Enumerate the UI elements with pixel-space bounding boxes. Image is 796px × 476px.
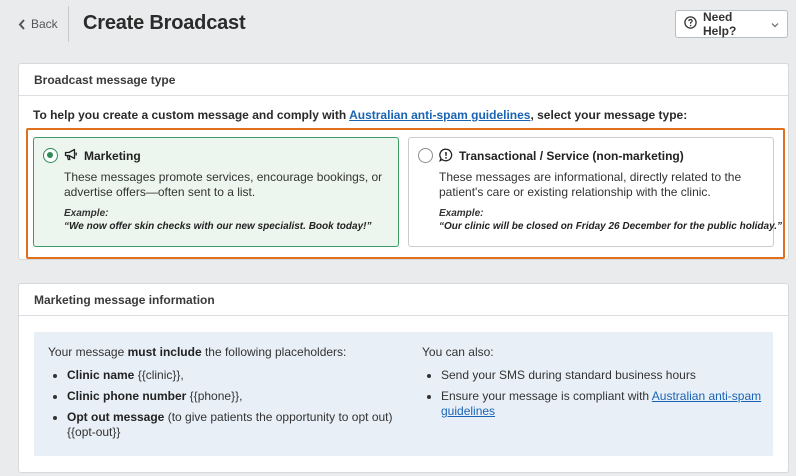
chevron-left-icon bbox=[18, 18, 26, 30]
marketing-radio[interactable] bbox=[43, 148, 58, 163]
top-bar: Back Create Broadcast Need Help? bbox=[0, 0, 796, 50]
item-bold: Opt out message bbox=[67, 410, 165, 424]
transactional-option-title: Transactional / Service (non-marketing) bbox=[459, 149, 684, 163]
chevron-down-icon bbox=[771, 17, 779, 31]
back-label: Back bbox=[31, 17, 58, 31]
list-item: Opt out message (to give patients the op… bbox=[67, 410, 398, 440]
transactional-radio[interactable] bbox=[418, 148, 433, 163]
heading-text-before: Your message bbox=[48, 345, 128, 359]
also-column: You can also: Send your SMS during stand… bbox=[422, 345, 762, 425]
anti-spam-guidelines-link[interactable]: Australian anti-spam guidelines bbox=[349, 108, 530, 122]
item-rest: {{phone}}, bbox=[186, 389, 243, 403]
need-help-label: Need Help? bbox=[703, 10, 737, 38]
transactional-option-description: These messages are informational, direct… bbox=[439, 170, 742, 199]
placeholder-list: Clinic name {{clinic}}, Clinic phone num… bbox=[48, 368, 398, 440]
message-alert-icon bbox=[439, 148, 453, 165]
message-type-intro: To help you create a custom message and … bbox=[33, 108, 687, 122]
intro-text-after: , select your message type: bbox=[530, 108, 688, 122]
marketing-info-card: Marketing message information Your messa… bbox=[18, 283, 789, 473]
transactional-example-label: Example: bbox=[439, 208, 484, 219]
list-item: Clinic phone number {{phone}}, bbox=[67, 389, 398, 404]
intro-text-before: To help you create a custom message and … bbox=[33, 108, 350, 122]
message-type-heading: Broadcast message type bbox=[19, 64, 788, 96]
required-placeholders-column: Your message must include the following … bbox=[48, 345, 398, 446]
placeholder-info-box: Your message must include the following … bbox=[34, 332, 773, 456]
marketing-option-title: Marketing bbox=[84, 149, 141, 163]
also-list: Send your SMS during standard business h… bbox=[422, 368, 762, 419]
transactional-option[interactable]: Transactional / Service (non-marketing) … bbox=[408, 137, 783, 247]
item-rest: {{clinic}}, bbox=[134, 368, 184, 382]
transactional-example: “Our clinic will be closed on Friday 26 … bbox=[439, 221, 783, 232]
item-text: Ensure your message is compliant with bbox=[441, 389, 652, 403]
back-button[interactable]: Back bbox=[18, 14, 58, 34]
megaphone-icon bbox=[64, 148, 78, 164]
need-help-button[interactable]: Need Help? bbox=[675, 10, 788, 38]
list-item: Send your SMS during standard business h… bbox=[441, 368, 762, 383]
heading-text-after: the following placeholders: bbox=[201, 345, 347, 359]
message-type-card: Broadcast message type To help you creat… bbox=[18, 63, 789, 260]
transactional-option-title-row: Transactional / Service (non-marketing) bbox=[439, 148, 761, 164]
question-circle-icon bbox=[684, 16, 697, 32]
marketing-example-label: Example: bbox=[64, 208, 109, 219]
marketing-example: “We now offer skin checks with our new s… bbox=[64, 221, 372, 232]
marketing-info-heading: Marketing message information bbox=[19, 284, 788, 316]
marketing-option-title-row: Marketing bbox=[64, 148, 386, 164]
heading-text-bold: must include bbox=[127, 345, 202, 359]
marketing-option[interactable]: Marketing These messages promote service… bbox=[33, 137, 399, 247]
page-title: Create Broadcast bbox=[83, 12, 246, 34]
item-bold: Clinic name bbox=[67, 368, 135, 382]
list-item: Ensure your message is compliant with Au… bbox=[441, 389, 762, 419]
header-divider bbox=[68, 6, 69, 42]
also-heading: You can also: bbox=[422, 345, 494, 359]
marketing-option-description: These messages promote services, encoura… bbox=[64, 170, 383, 199]
required-placeholders-heading: Your message must include the following … bbox=[48, 345, 398, 359]
item-bold: Clinic phone number bbox=[67, 389, 187, 403]
list-item: Clinic name {{clinic}}, bbox=[67, 368, 398, 383]
